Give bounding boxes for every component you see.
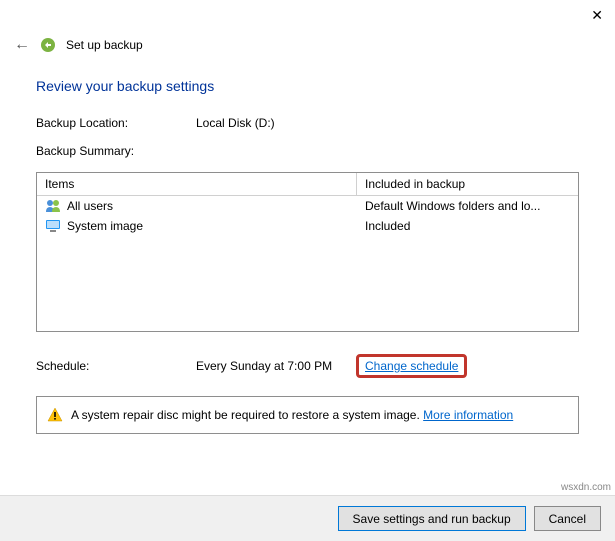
schedule-row: Schedule: Every Sunday at 7:00 PM Change… xyxy=(36,354,579,378)
table-row[interactable]: System image Included xyxy=(37,216,578,236)
header-included: Included in backup xyxy=(357,173,578,195)
monitor-icon xyxy=(45,218,61,234)
backup-location-label: Backup Location: xyxy=(36,116,196,130)
users-icon xyxy=(45,198,61,214)
page-title: Review your backup settings xyxy=(36,78,579,94)
cancel-button[interactable]: Cancel xyxy=(534,506,601,531)
content: Review your backup settings Backup Locat… xyxy=(0,78,615,434)
change-schedule-highlight: Change schedule xyxy=(356,354,467,378)
backup-location-row: Backup Location: Local Disk (D:) xyxy=(36,116,579,130)
change-schedule-link[interactable]: Change schedule xyxy=(365,359,458,373)
row-name: System image xyxy=(67,219,143,233)
row-name: All users xyxy=(67,199,113,213)
more-information-link[interactable]: More information xyxy=(423,408,513,422)
table-header: Items Included in backup xyxy=(37,173,578,196)
schedule-label: Schedule: xyxy=(36,359,196,373)
footer: Save settings and run backup Cancel xyxy=(0,495,615,541)
backup-app-icon xyxy=(40,37,56,53)
window-title: Set up backup xyxy=(66,38,143,52)
header: ← Set up backup xyxy=(0,30,615,68)
table-row[interactable]: All users Default Windows folders and lo… xyxy=(37,196,578,216)
warning-box: A system repair disc might be required t… xyxy=(36,396,579,434)
warning-icon xyxy=(47,407,63,423)
backup-location-value: Local Disk (D:) xyxy=(196,116,275,130)
header-items: Items xyxy=(37,173,357,195)
backup-summary-label-row: Backup Summary: xyxy=(36,144,579,158)
row-included: Included xyxy=(365,219,570,233)
save-settings-button[interactable]: Save settings and run backup xyxy=(338,506,526,531)
backup-summary-table: Items Included in backup All users Defau… xyxy=(36,172,579,332)
back-arrow-icon[interactable]: ← xyxy=(14,36,30,54)
titlebar: ✕ xyxy=(0,0,615,30)
warning-text: A system repair disc might be required t… xyxy=(71,408,513,422)
backup-summary-label: Backup Summary: xyxy=(36,144,134,158)
schedule-value: Every Sunday at 7:00 PM xyxy=(196,359,356,373)
row-included: Default Windows folders and lo... xyxy=(365,199,570,213)
close-icon[interactable]: ✕ xyxy=(591,7,603,24)
watermark: wsxdn.com xyxy=(561,482,611,493)
